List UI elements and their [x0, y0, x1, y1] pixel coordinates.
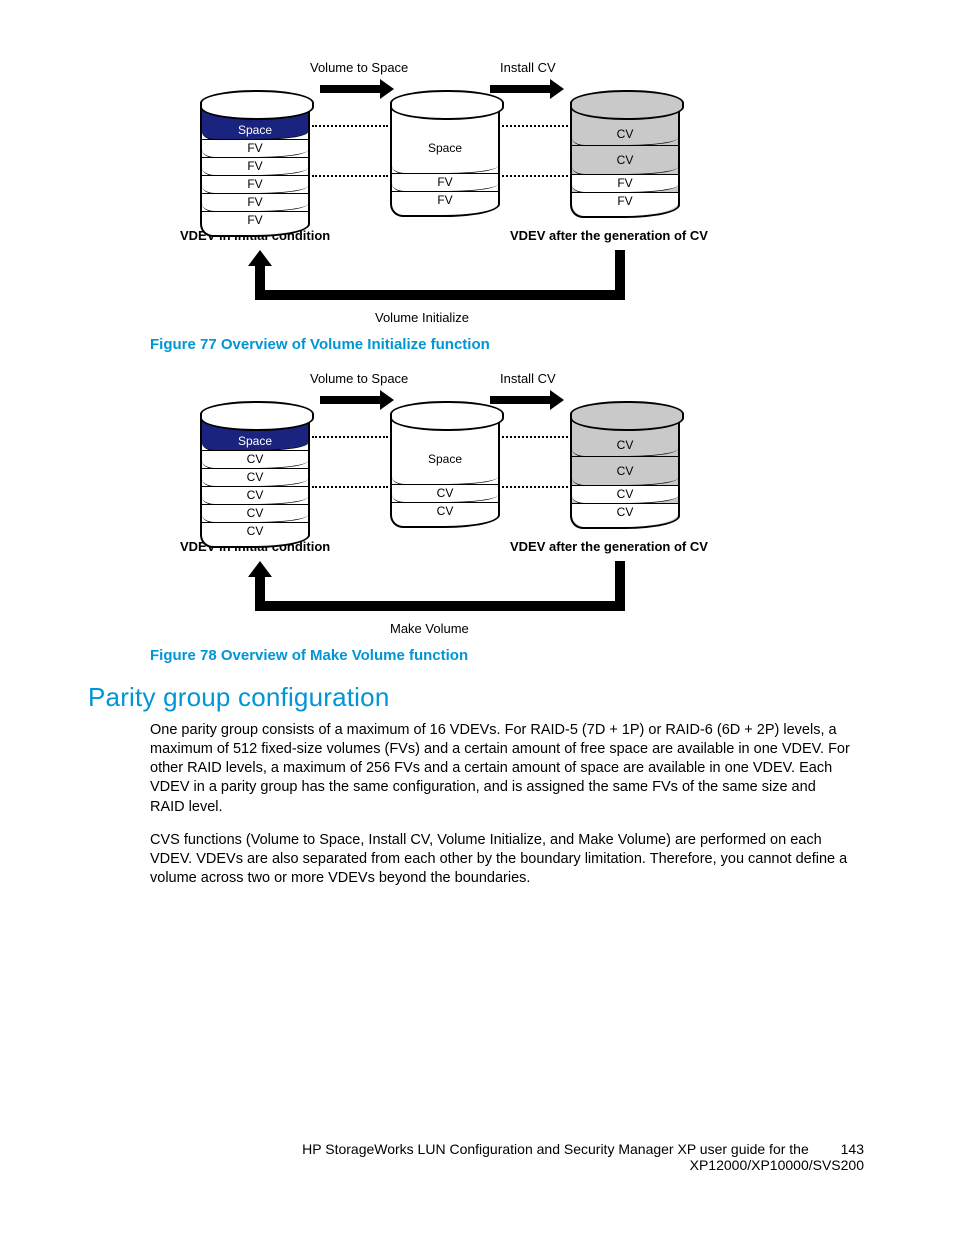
arrow-icon	[320, 396, 380, 404]
dotted-line	[502, 175, 568, 177]
paragraph: One parity group consists of a maximum o…	[150, 721, 850, 817]
slice: FV	[202, 175, 308, 194]
dotted-line	[312, 175, 388, 177]
dotted-line	[502, 436, 568, 438]
page-number: 143	[841, 1141, 864, 1157]
fig77-label-volume-to-space: Volume to Space	[310, 60, 408, 75]
slice: CV	[572, 145, 678, 175]
fig78-label-install-cv: Install CV	[500, 371, 556, 386]
slice: CV	[392, 502, 498, 526]
slice: CV	[202, 468, 308, 487]
dotted-line	[312, 486, 388, 488]
figure-78-caption: Figure 78 Overview of Make Volume functi…	[150, 647, 864, 664]
fig77-cylinder-initial: Space FV FV FV FV FV	[200, 90, 310, 237]
slice: CV	[392, 484, 498, 503]
paragraph: CVS functions (Volume to Space, Install …	[150, 831, 850, 888]
slice: FV	[202, 193, 308, 212]
figure-78-diagram: Volume to Space Install CV Space CV CV C…	[90, 371, 864, 641]
slice: FV	[572, 174, 678, 193]
arrow-icon	[615, 561, 625, 611]
fig77-label-vdev-after: VDEV after the generation of CV	[510, 228, 708, 243]
fig77-label-volume-initialize: Volume Initialize	[375, 310, 469, 325]
arrow-icon	[255, 601, 625, 611]
fig78-label-make-volume: Make Volume	[390, 621, 469, 636]
dotted-line	[502, 125, 568, 127]
slice: CV	[572, 503, 678, 527]
dotted-line	[502, 486, 568, 488]
fig78-cylinder-initial: Space CV CV CV CV CV	[200, 401, 310, 548]
figure-77-diagram: Volume to Space Install CV Space FV FV F…	[90, 60, 864, 330]
slice: FV	[572, 192, 678, 216]
slice: FV	[202, 139, 308, 158]
dotted-line	[312, 436, 388, 438]
slice: CV	[202, 522, 308, 546]
slice: CV	[572, 456, 678, 486]
arrow-icon	[615, 250, 625, 300]
slice: FV	[392, 191, 498, 215]
page-footer: HP StorageWorks LUN Configuration and Se…	[90, 1141, 864, 1173]
slice: FV	[202, 157, 308, 176]
fig78-cylinder-space: Space CV CV	[390, 401, 500, 528]
fig77-cylinder-space: Space FV FV	[390, 90, 500, 217]
dotted-line	[312, 125, 388, 127]
arrow-up-icon	[248, 250, 272, 266]
fig78-cylinder-after-cv: CV CV CV CV	[570, 401, 680, 529]
fig78-label-vdev-after: VDEV after the generation of CV	[510, 539, 708, 554]
footer-title-line1: HP StorageWorks LUN Configuration and Se…	[302, 1141, 809, 1157]
fig78-label-volume-to-space: Volume to Space	[310, 371, 408, 386]
slice: CV	[202, 504, 308, 523]
figure-77-caption: Figure 77 Overview of Volume Initialize …	[150, 336, 864, 353]
footer-title-line2: XP12000/XP10000/SVS200	[690, 1157, 864, 1173]
slice: FV	[392, 173, 498, 192]
fig77-label-install-cv: Install CV	[500, 60, 556, 75]
arrow-icon	[255, 290, 625, 300]
slice: CV	[202, 450, 308, 469]
slice: FV	[202, 211, 308, 235]
arrow-up-icon	[248, 561, 272, 577]
fig77-cylinder-after-cv: CV CV FV FV	[570, 90, 680, 218]
slice: CV	[202, 486, 308, 505]
slice: CV	[572, 485, 678, 504]
arrow-icon	[320, 85, 380, 93]
section-heading-parity-group: Parity group configuration	[88, 682, 864, 713]
